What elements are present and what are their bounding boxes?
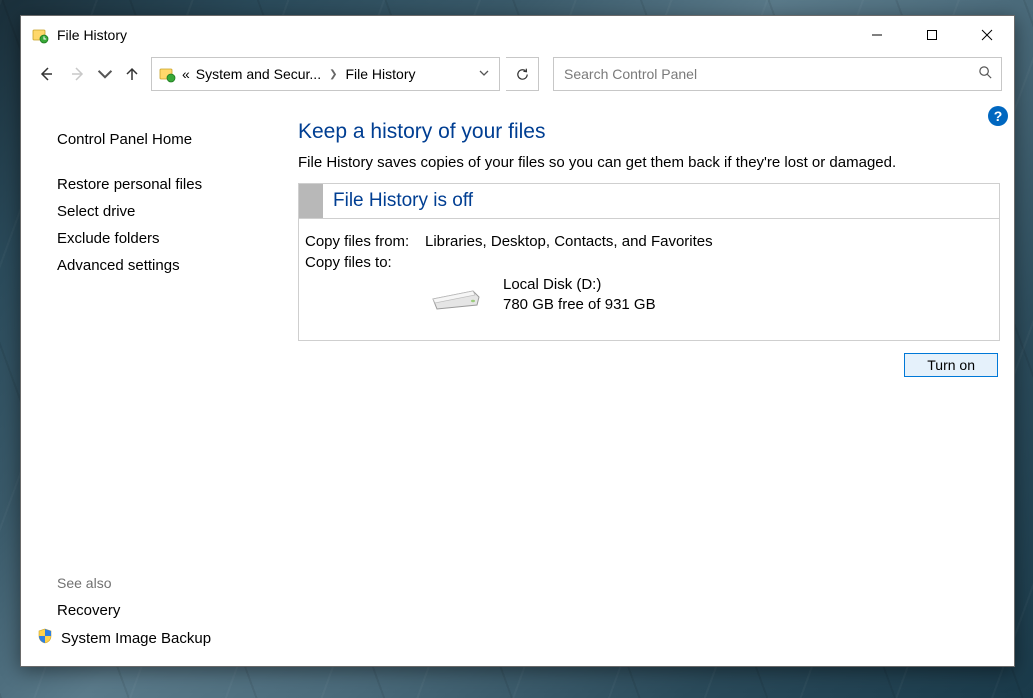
recent-locations-button[interactable]	[97, 61, 113, 87]
control-panel-icon	[158, 65, 176, 83]
copy-to-label: Copy files to:	[305, 254, 425, 271]
shield-icon	[37, 628, 53, 648]
window-controls	[849, 16, 1014, 54]
see-also-recovery[interactable]: Recovery	[57, 597, 290, 624]
breadcrumb-root[interactable]: «	[182, 66, 190, 82]
hard-drive-icon	[427, 279, 485, 311]
chevron-right-icon: ❯	[327, 69, 339, 80]
sidebar-home-link[interactable]: Control Panel Home	[57, 126, 290, 153]
breadcrumb-file-history[interactable]: File History	[345, 66, 415, 82]
address-dropdown-button[interactable]	[475, 68, 493, 81]
flag-icon	[299, 184, 323, 218]
status-panel: File History is off Copy files from: Lib…	[298, 183, 1000, 341]
address-bar[interactable]: « System and Secur... ❯ File History	[151, 57, 500, 91]
nav-row: « System and Secur... ❯ File History	[21, 54, 1014, 98]
copy-from-label: Copy files from:	[305, 233, 425, 250]
maximize-button[interactable]	[904, 16, 959, 54]
drive-free-space: 780 GB free of 931 GB	[503, 295, 656, 315]
up-button[interactable]	[119, 61, 145, 87]
refresh-button[interactable]	[506, 57, 539, 91]
sidebar: Control Panel Home Restore personal file…	[21, 98, 298, 666]
search-input[interactable]	[562, 65, 993, 83]
sidebar-link-select-drive[interactable]: Select drive	[57, 198, 290, 225]
minimize-button[interactable]	[849, 16, 904, 54]
turn-on-button[interactable]: Turn on	[904, 353, 998, 377]
status-heading: File History is off	[323, 184, 483, 218]
back-button[interactable]	[33, 61, 59, 87]
breadcrumb-system-security[interactable]: System and Secur...	[196, 66, 321, 82]
window-title: File History	[57, 27, 127, 43]
forward-button[interactable]	[65, 61, 91, 87]
file-history-app-icon	[31, 26, 49, 44]
search-icon	[978, 65, 993, 84]
copy-from-value: Libraries, Desktop, Contacts, and Favori…	[425, 233, 713, 250]
sidebar-link-restore[interactable]: Restore personal files	[57, 171, 290, 198]
help-button[interactable]: ?	[988, 106, 1008, 126]
sidebar-link-exclude-folders[interactable]: Exclude folders	[57, 225, 290, 252]
see-also-system-image-backup-label: System Image Backup	[61, 630, 211, 647]
close-button[interactable]	[959, 16, 1014, 54]
see-also-heading: See also	[57, 575, 290, 591]
titlebar: File History	[21, 16, 1014, 54]
status-panel-header: File History is off	[299, 184, 999, 219]
main-panel: ? Keep a history of your files File Hist…	[298, 98, 1014, 666]
drive-name: Local Disk (D:)	[503, 275, 656, 295]
search-box[interactable]	[553, 57, 1002, 91]
content-area: Control Panel Home Restore personal file…	[21, 98, 1014, 666]
page-subtitle: File History saves copies of your files …	[298, 154, 1000, 171]
page-title: Keep a history of your files	[298, 120, 1000, 144]
sidebar-link-advanced-settings[interactable]: Advanced settings	[57, 252, 290, 279]
see-also-system-image-backup[interactable]: System Image Backup	[37, 624, 290, 652]
file-history-window: File History	[20, 15, 1015, 667]
